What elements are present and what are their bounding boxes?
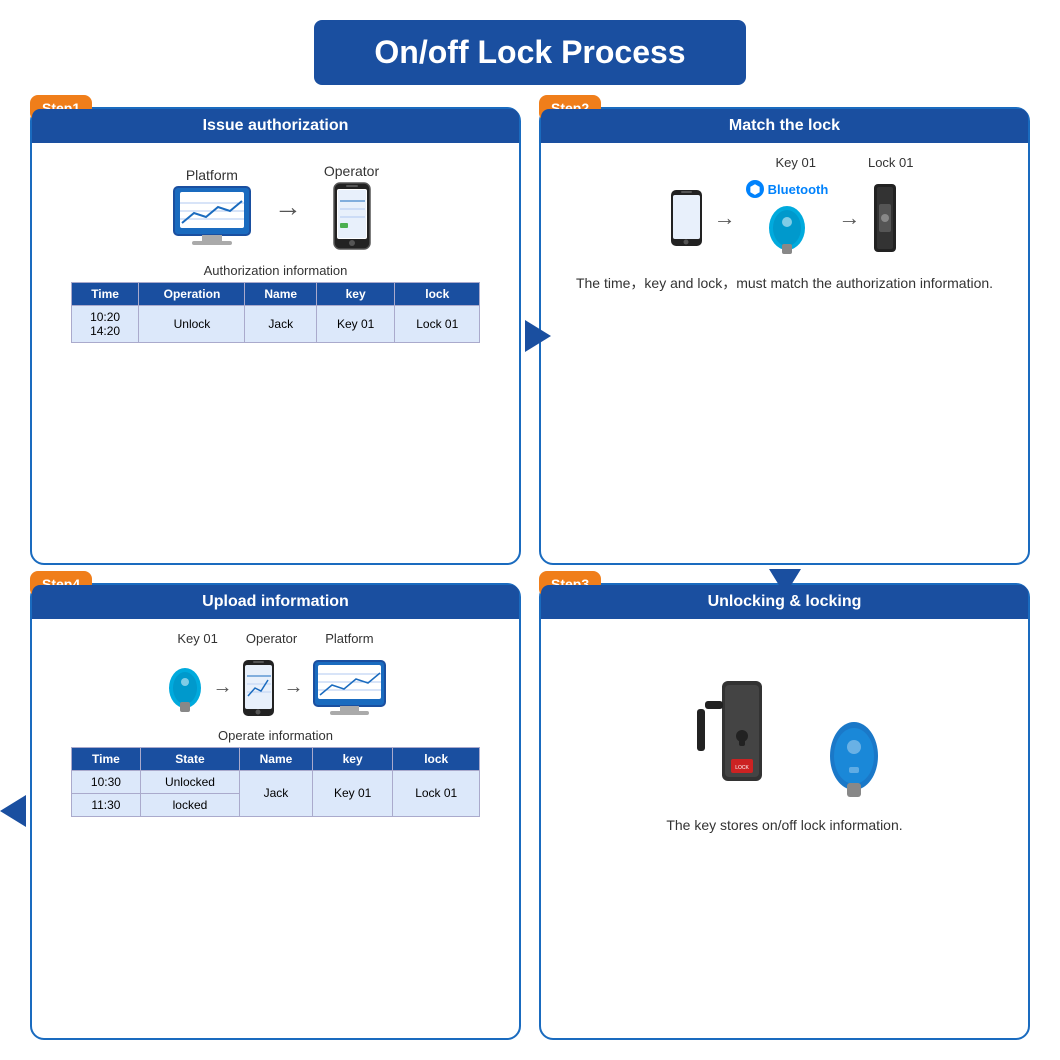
step2-lock-label: Lock 01 [868,155,914,170]
step4-table: Time State Name key lock 10:30 Unlocked … [71,747,481,817]
step2-labels: Key 01 Lock 01 [655,155,913,170]
step2-header: Match the lock [541,109,1028,143]
th4-key: key [313,747,393,770]
step4-content: Key 01 Operator Platform → [32,619,519,831]
step3-content: LOCK The key stores on/off lock informat… [541,619,1028,847]
step2-description: The time，key and lock，must match the aut… [576,272,993,294]
table-row: 10:30 Unlocked Jack Key 01 Lock 01 [71,770,480,793]
step4-arrow1: → [213,676,233,699]
step3-box: Step3 Unlocking & locking [539,583,1030,1041]
step1-platform-label: Platform [186,167,238,183]
step1-content: Platform → [32,143,519,357]
table-row: 10:2014:20 Unlock Jack Key 01 Lock 01 [71,306,480,343]
cell4-time1: 10:30 [71,770,140,793]
phone-icon [332,181,372,251]
step4-monitor-icon [312,659,387,717]
cell4-state1: Unlocked [141,770,240,793]
step4-labels: Key 01 Operator Platform [177,631,373,646]
cell-operation: Unlock [139,306,245,343]
step1-header: Issue authorization [32,109,519,143]
step1-arrow: → [274,191,302,223]
step1-icons: Platform → [172,163,379,251]
step4-left-arrow [0,795,26,827]
th4-name: Name [239,747,312,770]
step1-box: Step1 Issue authorization Platform [30,107,521,565]
step3-lock-img: LOCK [687,641,883,801]
cell4-time2: 11:30 [71,793,140,816]
step1-table: Time Operation Name key lock 10:2014:20 … [71,282,481,343]
th4-time: Time [71,747,140,770]
step3-keyfob-icon [825,711,883,801]
cell-name: Jack [245,306,317,343]
auth-info-label: Authorization information [204,263,348,278]
step4-platform-label: Platform [325,631,373,646]
step4-keyfob-icon [165,662,205,714]
th-name: Name [245,283,317,306]
step4-operator-label: Operator [246,631,297,646]
arrow1: → [714,205,736,231]
arrow2: → [838,205,860,231]
th-lock: lock [395,283,480,306]
step2-phone-icon [669,188,704,248]
step2-content: Key 01 Lock 01 → [541,143,1028,308]
key-fob-icon [765,200,809,256]
step4-header: Upload information [32,585,519,619]
step3-description: The key stores on/off lock information. [666,817,902,833]
step2-key-label: Key 01 [775,155,815,170]
lock-device-icon [870,182,900,254]
operate-info-label: Operate information [218,728,333,743]
svg-text:LOCK: LOCK [735,765,749,771]
page-title: On/off Lock Process [314,20,745,85]
step4-icons: → → [165,658,387,718]
bluetooth-icon: ⬢ [746,180,764,198]
cell4-lock1: Lock 01 [393,770,480,816]
bluetooth-label: ⬢ Bluetooth [746,180,829,198]
th4-state: State [141,747,240,770]
cell4-name1: Jack [239,770,312,816]
door-handle-icon: LOCK [687,641,797,801]
step2-down-arrow [769,569,801,595]
monitor-icon [172,185,252,247]
cell-key: Key 01 [317,306,395,343]
th-time: Time [71,283,139,306]
th-operation: Operation [139,283,245,306]
step2-box: Step2 Match the lock Key 01 Lock 01 → [539,107,1030,565]
step2-icons: → ⬢ Bluetooth [669,180,901,256]
step4-key-label: Key 01 [177,631,217,646]
bluetooth-text: Bluetooth [768,182,829,197]
step4-phone-icon [241,658,276,718]
svg-text:⬢: ⬢ [749,183,759,197]
step4-arrow2: → [284,676,304,699]
th4-lock: lock [393,747,480,770]
th-key: key [317,283,395,306]
cell-lock: Lock 01 [395,306,480,343]
cell4-state2: locked [141,793,240,816]
step4-box: Step4 Upload information Key 01 Operator… [30,583,521,1041]
step1-operator-label: Operator [324,163,379,179]
step1-right-arrow [525,320,551,352]
cell4-key1: Key 01 [313,770,393,816]
cell-time: 10:2014:20 [71,306,139,343]
steps-grid: Step1 Issue authorization Platform [30,107,1030,1040]
